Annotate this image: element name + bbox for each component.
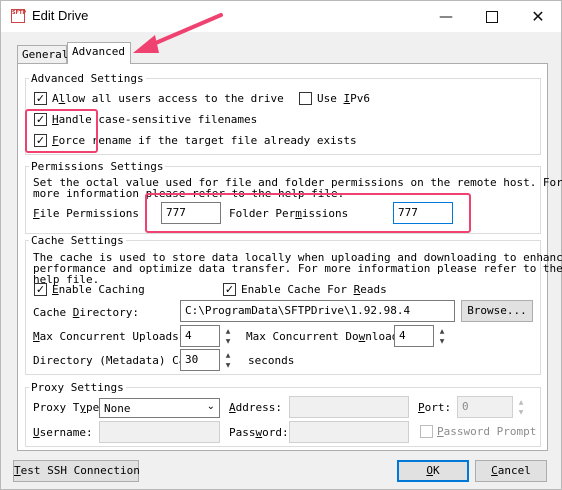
edit-drive-window: SFTP Edit Drive — ✕ General Advanced Adv… xyxy=(0,0,562,490)
ok-button[interactable]: OK xyxy=(397,460,469,482)
username-label: Username: xyxy=(33,426,93,439)
address-label: Address: xyxy=(229,401,282,414)
file-permissions-label: File Permissions xyxy=(33,207,139,220)
minimize-button[interactable]: — xyxy=(423,1,469,32)
close-button[interactable]: ✕ xyxy=(515,1,561,32)
metadata-cache-spinner[interactable]: ▲ ▼ xyxy=(221,350,235,370)
tab-general[interactable]: General xyxy=(17,45,69,64)
red-arrow-icon xyxy=(133,13,223,53)
allow-all-users-label[interactable]: Allow all users access to the drive xyxy=(52,92,284,105)
title-bar[interactable]: SFTP Edit Drive — ✕ xyxy=(1,1,561,32)
use-ipv6-label[interactable]: Use IPv6 xyxy=(317,92,370,105)
max-uploads-spinner[interactable]: ▲ ▼ xyxy=(221,326,235,346)
minimize-icon: — xyxy=(439,8,453,25)
proxy-type-label: Proxy Type: xyxy=(33,401,106,414)
max-concurrent-uploads-input[interactable]: 4 xyxy=(180,325,220,347)
tab-general-label: General xyxy=(22,48,69,61)
proxy-address-input[interactable] xyxy=(289,396,409,418)
window-title: Edit Drive xyxy=(32,8,89,23)
password-prompt-label[interactable]: Password Prompt xyxy=(437,425,536,438)
permissions-settings-title: Permissions Settings xyxy=(29,160,166,173)
checkmark-icon: ✓ xyxy=(224,283,235,296)
advanced-settings-title: Advanced Settings xyxy=(29,72,146,85)
force-rename-label[interactable]: Force rename if the target file already … xyxy=(52,134,357,147)
maximize-icon xyxy=(486,10,498,23)
proxy-type-value: None xyxy=(104,402,131,415)
cancel-button[interactable]: Cancel xyxy=(475,460,547,482)
enable-caching-checkbox[interactable]: ✓ xyxy=(34,283,47,296)
checkmark-icon: ✓ xyxy=(35,134,46,147)
port-label: Port: xyxy=(418,401,452,414)
proxy-port-spinner[interactable]: ▲ ▼ xyxy=(514,397,528,417)
folder-permissions-input[interactable]: 777 xyxy=(393,202,453,224)
proxy-port-input[interactable]: 0 xyxy=(457,396,513,418)
enable-caching-label[interactable]: Enable Caching xyxy=(52,283,145,296)
spin-up-icon: ▲ xyxy=(518,398,524,406)
spin-up-icon: ▲ xyxy=(439,327,445,335)
use-ipv6-checkbox[interactable] xyxy=(299,92,312,105)
enable-cache-reads-label[interactable]: Enable Cache For Reads xyxy=(241,283,387,296)
spin-down-icon: ▼ xyxy=(439,337,445,345)
password-prompt-checkbox[interactable] xyxy=(420,425,433,438)
enable-cache-reads-checkbox[interactable]: ✓ xyxy=(223,283,236,296)
proxy-settings-title: Proxy Settings xyxy=(29,381,126,394)
browse-button[interactable]: Browse... xyxy=(461,300,533,322)
sftp-drive-app-icon: SFTP xyxy=(11,9,27,23)
cache-directory-label: Cache Directory: xyxy=(33,306,139,319)
permissions-description-line2: more information please refer to the hel… xyxy=(33,187,345,200)
chevron-down-icon: ⌄ xyxy=(206,401,215,412)
metadata-cache-input[interactable]: 30 xyxy=(180,349,220,371)
maximize-button[interactable] xyxy=(469,1,515,32)
proxy-type-select[interactable]: None ⌄ xyxy=(99,398,220,418)
max-concurrent-uploads-label: Max Concurrent Uploads: xyxy=(33,330,186,343)
cache-directory-input[interactable]: C:\ProgramData\SFTPDrive\1.92.98.4 xyxy=(180,300,455,322)
spin-down-icon: ▼ xyxy=(518,408,524,416)
allow-all-users-checkbox[interactable]: ✓ xyxy=(34,92,47,105)
directory-metadata-cache-label: Directory (Metadata) Cach xyxy=(33,354,199,367)
test-ssh-connection-button[interactable]: Test SSH Connection xyxy=(13,460,140,482)
force-rename-checkbox[interactable]: ✓ xyxy=(34,134,47,147)
max-concurrent-downloads-label: Max Concurrent Downloads: xyxy=(246,330,412,343)
checkmark-icon: ✓ xyxy=(35,283,46,296)
app-icon-text: SFTP xyxy=(12,10,27,16)
handle-case-sensitive-label[interactable]: Handle case-sensitive filenames xyxy=(52,113,257,126)
spin-down-icon: ▼ xyxy=(225,337,231,345)
spin-up-icon: ▲ xyxy=(225,327,231,335)
checkmark-icon: ✓ xyxy=(35,113,46,126)
tab-advanced-label: Advanced xyxy=(72,45,125,58)
proxy-password-input[interactable] xyxy=(289,421,409,443)
proxy-username-input[interactable] xyxy=(99,421,220,443)
password-label: Password: xyxy=(229,426,289,439)
seconds-label: seconds xyxy=(248,354,295,367)
file-permissions-input[interactable]: 777 xyxy=(161,202,221,224)
spin-up-icon: ▲ xyxy=(225,351,231,359)
handle-case-sensitive-checkbox[interactable]: ✓ xyxy=(34,113,47,126)
checkmark-icon: ✓ xyxy=(35,92,46,105)
cache-description-line2: performance and optimize data transfer. … xyxy=(33,262,562,275)
tab-advanced[interactable]: Advanced xyxy=(67,42,131,64)
cache-settings-title: Cache Settings xyxy=(29,234,126,247)
max-downloads-spinner[interactable]: ▲ ▼ xyxy=(435,326,449,346)
max-concurrent-downloads-input[interactable]: 4 xyxy=(394,325,434,347)
spin-down-icon: ▼ xyxy=(225,361,231,369)
folder-permissions-label: Folder Permissions xyxy=(229,207,349,220)
close-icon: ✕ xyxy=(531,7,545,26)
